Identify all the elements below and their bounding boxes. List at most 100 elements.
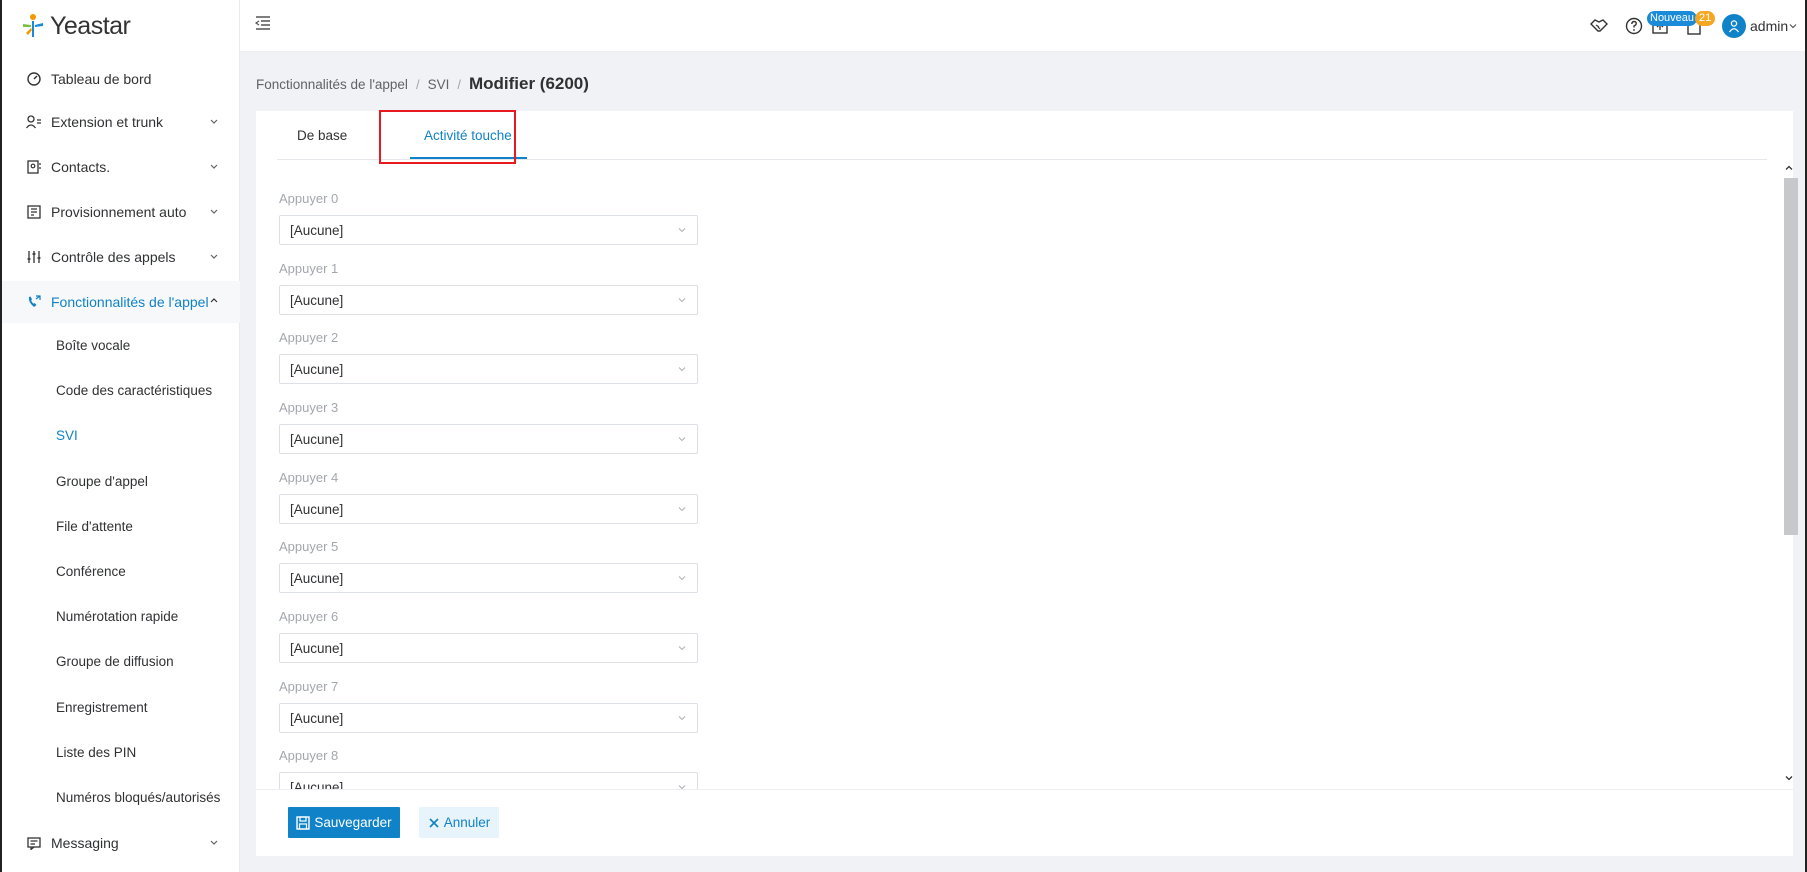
sidebar-item-label: Extension et trunk xyxy=(51,114,164,130)
sidebar-subitem-label: Numéros bloqués/autorisés xyxy=(56,789,221,805)
sidebar-item-contacts[interactable]: Contacts. xyxy=(2,146,240,188)
cancel-button-label: Annuler xyxy=(443,815,491,830)
provisioning-icon xyxy=(26,204,42,220)
field-label-press-6: Appuyer 6 xyxy=(279,609,339,624)
select-press-3[interactable]: [Aucune] xyxy=(279,424,698,454)
select-value: [Aucune] xyxy=(290,432,344,447)
sidebar-item-call-features[interactable]: Fonctionnalités de l'appel xyxy=(2,281,240,323)
key-press-form: Appuyer 0 [Aucune] Appuyer 1 [Aucune] Ap… xyxy=(256,161,1793,789)
chevron-down-icon xyxy=(210,119,218,124)
breadcrumb-separator: / xyxy=(415,77,420,92)
save-button-label: Sauvegarder xyxy=(314,815,392,830)
breadcrumb: Fonctionnalités de l'appel / SVI / Modif… xyxy=(256,74,589,94)
chevron-down-icon xyxy=(210,840,218,845)
sidebar-subitem-paging-group[interactable]: Groupe de diffusion xyxy=(2,641,240,681)
select-press-8[interactable]: [Aucune] xyxy=(279,772,698,789)
select-press-2[interactable]: [Aucune] xyxy=(279,354,698,384)
sidebar-subitem-ring-group[interactable]: Groupe d'appel xyxy=(2,461,240,501)
sidebar-subitem-label: SVI xyxy=(56,427,78,443)
chevron-up-icon xyxy=(210,298,218,303)
save-button[interactable]: Sauvegarder xyxy=(288,807,400,838)
sidebar-item-label: Messaging xyxy=(51,835,119,851)
sidebar-subitem-feature-codes[interactable]: Code des caractéristiques xyxy=(2,370,240,410)
select-press-0[interactable]: [Aucune] xyxy=(279,215,698,245)
phone-features-icon xyxy=(26,294,42,310)
save-icon xyxy=(296,815,311,830)
chevron-down-icon[interactable] xyxy=(1788,21,1798,31)
sidebar-item-dashboard[interactable]: Tableau de bord xyxy=(2,58,240,100)
sidebar-subitem-ivr[interactable]: SVI xyxy=(2,415,240,455)
sidebar-subitem-blocked-numbers[interactable]: Numéros bloqués/autorisés xyxy=(2,777,240,817)
select-value: [Aucune] xyxy=(290,780,344,789)
field-label-press-0: Appuyer 0 xyxy=(279,191,339,206)
breadcrumb-separator: / xyxy=(457,77,461,92)
edit-ivr-card: De base Activité touche Appuyer 0 [Aucun… xyxy=(256,110,1798,856)
chevron-down-icon xyxy=(678,716,686,721)
sidebar-subitem-pin-list[interactable]: Liste des PIN xyxy=(2,732,240,772)
handshake-icon[interactable] xyxy=(1589,16,1609,36)
top-header xyxy=(240,0,1805,52)
tab-basic[interactable]: De base xyxy=(297,128,347,143)
user-name[interactable]: admin xyxy=(1750,18,1788,34)
select-press-5[interactable]: [Aucune] xyxy=(279,563,698,593)
contacts-book-icon xyxy=(26,159,42,175)
sidebar-subitem-queue[interactable]: File d'attente xyxy=(2,506,240,546)
breadcrumb-ivr[interactable]: SVI xyxy=(428,77,450,92)
breadcrumb-call-features[interactable]: Fonctionnalités de l'appel xyxy=(256,77,408,92)
sidebar-item-call-control[interactable]: Contrôle des appels xyxy=(2,236,240,278)
user-icon xyxy=(1728,20,1740,33)
chevron-down-icon xyxy=(678,437,686,442)
scroll-down-icon[interactable] xyxy=(1784,773,1794,783)
sidebar-subitem-label: Groupe d'appel xyxy=(56,473,148,489)
chevron-down-icon xyxy=(210,164,218,169)
field-label-press-3: Appuyer 3 xyxy=(279,400,339,415)
tab-key-press-events[interactable]: Activité touche xyxy=(424,128,512,143)
sidebar-item-provisioning[interactable]: Provisionnement auto xyxy=(2,191,240,233)
scroll-up-icon[interactable] xyxy=(1784,163,1794,173)
select-value: [Aucune] xyxy=(290,502,344,517)
notification-count-badge: 21 xyxy=(1695,11,1716,26)
select-press-1[interactable]: [Aucune] xyxy=(279,285,698,315)
chevron-down-icon xyxy=(678,228,686,233)
sidebar-item-label: Contrôle des appels xyxy=(51,249,176,265)
yeastar-logo[interactable]: Yeastar xyxy=(2,0,239,52)
dashboard-icon xyxy=(26,71,42,87)
sliders-icon xyxy=(26,249,42,265)
scrollbar-thumb[interactable] xyxy=(1784,178,1798,535)
sidebar-subitem-label: Liste des PIN xyxy=(56,744,137,760)
select-press-7[interactable]: [Aucune] xyxy=(279,703,698,733)
select-press-4[interactable]: [Aucune] xyxy=(279,494,698,524)
user-list-icon xyxy=(26,114,42,130)
chevron-down-icon xyxy=(210,254,218,259)
chevron-down-icon xyxy=(678,785,686,789)
select-value: [Aucune] xyxy=(290,711,344,726)
select-value: [Aucune] xyxy=(290,223,344,238)
menu-collapse-icon[interactable] xyxy=(254,14,272,32)
select-value: [Aucune] xyxy=(290,362,344,377)
sidebar-item-extension-trunk[interactable]: Extension et trunk xyxy=(2,101,240,143)
chevron-down-icon xyxy=(678,507,686,512)
help-icon[interactable] xyxy=(1624,16,1644,36)
select-press-6[interactable]: [Aucune] xyxy=(279,633,698,663)
sidebar-subitem-recording[interactable]: Enregistrement xyxy=(2,687,240,727)
cancel-button[interactable]: Annuler xyxy=(419,807,499,838)
sidebar-item-label: Tableau de bord xyxy=(51,71,152,87)
sidebar-subitem-conference[interactable]: Conférence xyxy=(2,551,240,591)
sidebar-subitem-label: Code des caractéristiques xyxy=(56,382,213,398)
sidebar-item-label: Contacts. xyxy=(51,159,111,175)
chevron-down-icon xyxy=(678,298,686,303)
sidebar-subitem-label: Groupe de diffusion xyxy=(56,653,174,669)
sidebar-item-messaging[interactable]: Messaging xyxy=(2,822,240,864)
select-value: [Aucune] xyxy=(290,571,344,586)
sidebar-subitem-voicemail[interactable]: Boîte vocale xyxy=(2,325,240,365)
user-avatar[interactable] xyxy=(1722,14,1746,38)
select-value: [Aucune] xyxy=(290,641,344,656)
select-value: [Aucune] xyxy=(290,293,344,308)
sidebar-subitem-speed-dial[interactable]: Numérotation rapide xyxy=(2,596,240,636)
field-label-press-7: Appuyer 7 xyxy=(279,679,339,694)
sidebar-subitem-label: Boîte vocale xyxy=(56,337,131,353)
sidebar-subitem-label: Enregistrement xyxy=(56,699,148,715)
sidebar-subitem-label: File d'attente xyxy=(56,518,133,534)
close-icon xyxy=(429,817,439,828)
chevron-down-icon xyxy=(210,209,218,214)
